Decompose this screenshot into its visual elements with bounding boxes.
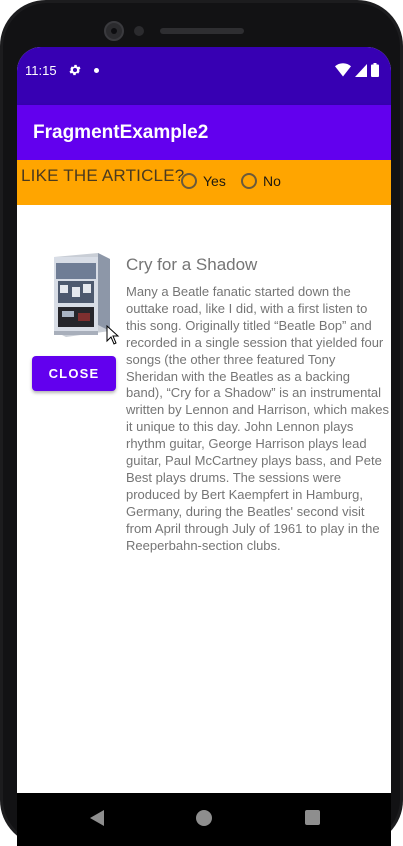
proximity-sensor-icon — [134, 26, 144, 36]
rating-question: LIKE THE ARTICLE? — [21, 166, 185, 185]
camera-lens-icon — [104, 21, 124, 41]
radio-yes-label: Yes — [203, 173, 226, 189]
radio-yes[interactable]: Yes — [181, 173, 226, 189]
phone-screen: 11:15 FragmentExample2 LIKE THE ARTICLE?… — [17, 47, 391, 793]
navigation-bar — [17, 793, 391, 846]
song-description: Many a Beatle fanatic started down the o… — [126, 284, 390, 553]
song-detail: CLOSE Cry for a Shadow Many a Beatle fan… — [17, 205, 391, 793]
radio-circle-icon — [181, 173, 197, 189]
album-cover-image — [54, 253, 110, 337]
home-icon[interactable] — [196, 810, 212, 826]
notification-dot-icon — [94, 68, 99, 73]
recents-icon[interactable] — [305, 810, 320, 825]
status-time: 11:15 — [25, 63, 57, 78]
rating-bar: LIKE THE ARTICLE? Yes No — [17, 160, 391, 205]
radio-circle-icon — [241, 173, 257, 189]
mouse-pointer-icon — [106, 325, 120, 345]
wifi-icon — [335, 63, 351, 77]
app-bar: FragmentExample2 — [17, 105, 391, 160]
status-bar: 11:15 — [17, 47, 391, 105]
radio-no-label: No — [263, 173, 281, 189]
song-title: Cry for a Shadow — [126, 255, 258, 274]
signal-icon — [355, 63, 367, 77]
earpiece-speaker — [160, 28, 244, 34]
back-icon[interactable] — [89, 809, 105, 827]
front-camera — [104, 20, 154, 42]
gear-icon — [69, 64, 81, 76]
close-button[interactable]: CLOSE — [32, 356, 116, 391]
status-icons — [335, 62, 379, 78]
radio-no[interactable]: No — [241, 173, 281, 189]
app-title: FragmentExample2 — [33, 122, 209, 143]
battery-icon — [371, 63, 379, 77]
